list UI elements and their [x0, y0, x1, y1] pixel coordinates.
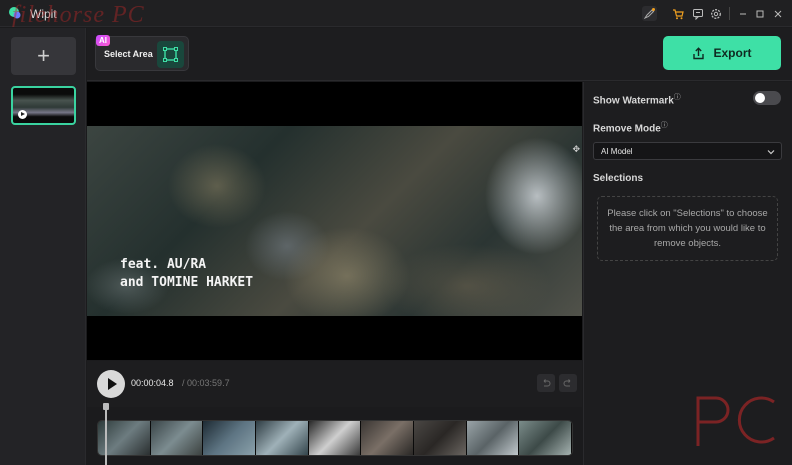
filmstrip-frame	[256, 421, 309, 455]
close-icon[interactable]	[770, 6, 785, 21]
titlebar-separator	[729, 7, 730, 20]
time-separator: /	[182, 378, 185, 388]
remove-mode-label: Remove Modeⓘ	[593, 120, 668, 134]
select-area-button[interactable]: AI Select Area	[95, 35, 189, 71]
video-caption: feat. AU/RA and TOMINE HARKET	[120, 256, 253, 292]
title-bar: Wipit	[0, 0, 792, 27]
playback-bar: 00:00:04.8 / 00:03:59.7	[87, 361, 582, 407]
top-toolbar: AI Select Area Export	[87, 28, 792, 81]
timeline-filmstrip[interactable]	[97, 420, 573, 456]
redo-button[interactable]	[559, 374, 577, 392]
timeline[interactable]	[87, 403, 582, 465]
filmstrip-frame	[519, 421, 572, 455]
app-logo-icon	[9, 7, 21, 19]
undo-button[interactable]	[537, 374, 555, 392]
selections-hint: Please click on "Selections" to choose t…	[607, 208, 768, 249]
total-time-value: 00:03:59.7	[187, 378, 230, 388]
clip-thumbnail[interactable]	[11, 86, 76, 125]
show-watermark-label: Show Watermarkⓘ	[593, 92, 681, 106]
total-time: / 00:03:59.7	[182, 378, 230, 388]
remove-mode-value: AI Model	[601, 147, 633, 156]
show-watermark-text: Show Watermark	[593, 95, 674, 107]
edit-badge-icon[interactable]	[642, 6, 657, 21]
filmstrip-frame	[150, 421, 204, 455]
playhead-line[interactable]	[105, 409, 107, 465]
redo-icon	[563, 379, 571, 387]
undo-icon	[543, 379, 551, 387]
export-icon	[693, 46, 705, 59]
show-watermark-toggle[interactable]	[753, 91, 781, 105]
feedback-icon[interactable]	[690, 6, 705, 21]
thumbnail-play-icon	[18, 110, 27, 119]
caption-line-1: feat. AU/RA	[120, 257, 207, 272]
filmstrip-frame	[361, 421, 415, 455]
select-area-label: Select Area	[104, 49, 153, 59]
settings-panel: Show Watermarkⓘ Remove Modeⓘ AI Model Se…	[583, 82, 792, 465]
filmstrip-frame	[308, 421, 362, 455]
play-button[interactable]	[97, 370, 125, 398]
cart-icon[interactable]	[670, 6, 685, 21]
filmstrip-frame	[466, 421, 520, 455]
video-preview[interactable]: feat. AU/RA and TOMINE HARKET ✥	[87, 82, 582, 360]
minimize-icon[interactable]	[735, 6, 750, 21]
info-icon[interactable]: ⓘ	[674, 94, 681, 101]
clip-sidebar: +	[0, 28, 86, 465]
app-title: Wipit	[30, 7, 57, 21]
ai-badge: AI	[96, 35, 110, 46]
info-icon[interactable]: ⓘ	[661, 122, 668, 129]
maximize-icon[interactable]	[752, 6, 767, 21]
current-time: 00:00:04.8	[131, 378, 174, 388]
remove-mode-text: Remove Mode	[593, 123, 661, 135]
selections-dropzone[interactable]: Please click on "Selections" to choose t…	[597, 196, 778, 261]
add-video-button[interactable]: +	[11, 37, 76, 75]
preview-handle-icon: ✥	[572, 144, 580, 154]
remove-mode-select[interactable]: AI Model	[593, 142, 782, 160]
filmstrip-frame	[203, 421, 257, 455]
caption-line-2: and TOMINE HARKET	[120, 275, 254, 290]
selections-label: Selections	[593, 173, 644, 184]
settings-icon[interactable]	[708, 6, 723, 21]
video-frame[interactable]: feat. AU/RA and TOMINE HARKET ✥	[87, 126, 582, 316]
export-label: Export	[713, 46, 752, 60]
select-area-icon	[157, 41, 184, 68]
export-button[interactable]: Export	[663, 36, 781, 70]
filmstrip-frame	[414, 421, 467, 455]
chevron-down-icon	[767, 150, 775, 155]
